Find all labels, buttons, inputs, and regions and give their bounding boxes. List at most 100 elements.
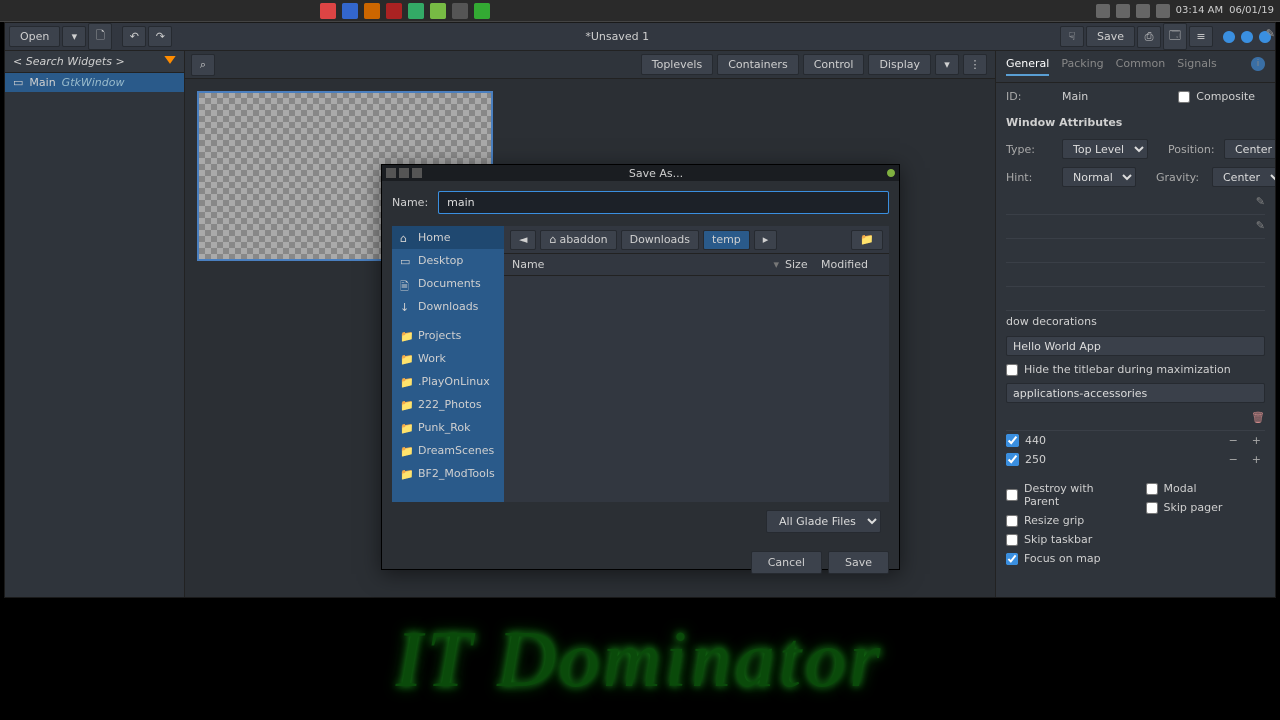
minimize-icon[interactable] [1223,31,1235,43]
dialog-titlebar[interactable]: Save As... [382,165,899,181]
discord-icon[interactable] [1096,4,1110,18]
tab-general[interactable]: General [1006,57,1049,76]
position-select[interactable]: Center [1224,139,1275,159]
maximize-icon[interactable] [1241,31,1253,43]
app-icon[interactable] [320,3,336,19]
place-documents[interactable]: 🗎Documents [392,272,504,295]
height-value[interactable]: 250 [1025,453,1219,466]
tab-containers[interactable]: Containers [717,54,799,75]
window-icon: ▭ [13,76,23,89]
gravity-select[interactable]: Center [1212,167,1275,187]
crumb-home[interactable]: ⌂abaddon [540,230,616,250]
place-dreamscenes[interactable]: 📁DreamScenes [392,439,504,462]
hint-select[interactable]: Normal [1062,167,1136,187]
plus-icon[interactable]: + [1248,434,1265,447]
preview-icon[interactable]: 🗔 [1163,23,1187,50]
app-icon[interactable] [430,3,446,19]
open-button[interactable]: Open [9,26,60,47]
col-size[interactable]: Size [785,258,821,271]
tray-right: 03:14 AM 06/01/19 [1096,4,1274,18]
app-icon[interactable] [474,3,490,19]
clear-icon[interactable]: 🗑 [1251,411,1265,424]
place-punkrok[interactable]: 📁Punk_Rok [392,416,504,439]
search-widgets-input[interactable]: < Search Widgets > [5,51,184,73]
tab-packing[interactable]: Packing [1061,57,1103,76]
width-enable-checkbox[interactable] [1006,434,1019,447]
min-icon[interactable] [412,168,422,178]
filename-input[interactable] [438,191,889,214]
file-list[interactable] [504,276,889,502]
tab-toplevels[interactable]: Toplevels [641,54,713,75]
crumb-temp[interactable]: temp [703,230,750,250]
pointer-icon[interactable]: ☟ [1060,26,1084,47]
undo-icon[interactable]: ↶ [122,26,146,47]
new-file-icon[interactable]: 🗋 [88,23,112,50]
type-select[interactable]: Top Level [1062,139,1148,159]
place-bf2modtools[interactable]: 📁BF2_ModTools [392,462,504,485]
focus-map-checkbox[interactable] [1006,553,1018,565]
battery-icon[interactable] [1136,4,1150,18]
composite-checkbox[interactable] [1178,91,1190,103]
width-value[interactable]: 440 [1025,434,1219,447]
crumb-next[interactable]: ▸ [754,230,778,250]
close-icon[interactable] [386,168,396,178]
resize-grip-checkbox[interactable] [1006,515,1018,527]
hide-titlebar-checkbox[interactable] [1006,364,1018,376]
place-projects[interactable]: 📁Projects [392,324,504,347]
edit-icon[interactable]: ✎ [1256,195,1265,208]
col-modified[interactable]: Modified [821,258,881,271]
tab-control[interactable]: Control [803,54,865,75]
place-desktop[interactable]: ▭Desktop [392,249,504,272]
minus-icon[interactable]: − [1225,434,1242,447]
save-as-icon[interactable]: ⎙ [1137,26,1161,48]
back-button[interactable]: ◄ [510,230,536,250]
tab-display[interactable]: Display [868,54,931,75]
section-window-attributes: Window Attributes [996,110,1275,135]
search-icon[interactable]: ⌕ [191,54,215,76]
app-icon[interactable] [342,3,358,19]
max-icon[interactable] [399,168,409,178]
cancel-button[interactable]: Cancel [751,551,822,574]
palette-dropdown[interactable]: ▾ [935,54,959,75]
skip-pager-checkbox[interactable] [1146,502,1158,514]
window-title-input[interactable] [1006,336,1265,356]
icon-name-input[interactable] [1006,383,1265,403]
tab-common[interactable]: Common [1116,57,1166,76]
info-icon[interactable]: i [1251,57,1265,71]
firefox-icon[interactable] [364,3,380,19]
edit-icon[interactable]: ✎ [1256,219,1265,232]
save-button[interactable]: Save [1086,26,1135,47]
clock[interactable]: 03:14 AM [1176,5,1223,16]
col-name[interactable]: Name [512,258,773,271]
document-icon: 🗎 [400,278,412,290]
modal-checkbox[interactable] [1146,483,1158,495]
mail-icon[interactable] [1116,4,1130,18]
minus-icon[interactable]: − [1225,453,1242,466]
tree-item-main[interactable]: ▭ Main GtkWindow [5,73,184,92]
skip-taskbar-checkbox[interactable] [1006,534,1018,546]
chevron-down-icon[interactable] [164,56,176,68]
save-button[interactable]: Save [828,551,889,574]
menu-icon[interactable]: ≡ [1189,26,1213,47]
height-enable-checkbox[interactable] [1006,453,1019,466]
place-playonlinux[interactable]: 📁.PlayOnLinux [392,370,504,393]
place-downloads[interactable]: ↓Downloads [392,295,504,318]
destroy-parent-checkbox[interactable] [1006,489,1018,501]
palette-more-icon[interactable]: ⋮ [963,54,987,75]
tab-signals[interactable]: Signals [1177,57,1217,76]
redo-icon[interactable]: ↷ [148,26,172,47]
plus-icon[interactable]: + [1248,453,1265,466]
place-photos[interactable]: 📁222_Photos [392,393,504,416]
place-home[interactable]: ⌂Home [392,226,504,249]
file-filter-select[interactable]: All Glade Files [766,510,881,533]
open-recent-dropdown[interactable]: ▾ [62,26,86,47]
camera-icon[interactable] [452,3,468,19]
new-folder-icon[interactable]: 📁 [851,230,883,250]
app-icon[interactable] [408,3,424,19]
place-work[interactable]: 📁Work [392,347,504,370]
app-icon[interactable] [386,3,402,19]
obs-icon[interactable] [1156,4,1170,18]
date[interactable]: 06/01/19 [1229,5,1274,16]
system-taskbar: 03:14 AM 06/01/19 [0,0,1280,22]
crumb-downloads[interactable]: Downloads [621,230,699,250]
